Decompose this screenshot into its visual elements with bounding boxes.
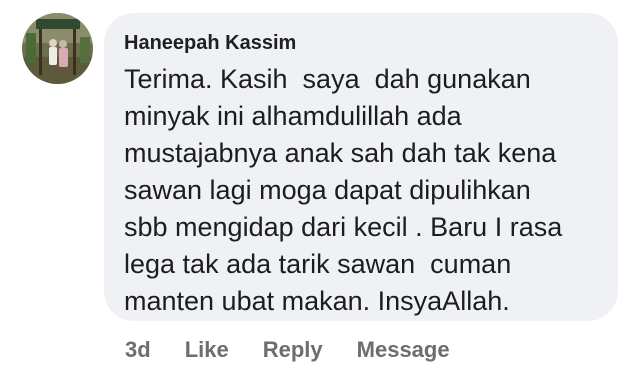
comment-bubble: Haneepah Kassim Terima. Kasih saya dah g… [104,13,618,321]
comment-actions: 3d Like Reply Message [125,335,450,365]
comment-text-line: manten ubat makan. InsyaAllah. [124,286,510,316]
comment-text-line: mustajabnya anak sah dah tak kena [124,138,557,168]
comment-author[interactable]: Haneepah Kassim [124,30,618,56]
comment-text-line: sawan lagi moga dapat dipulihkan [124,175,531,205]
comment-text-line: lega tak ada tarik sawan cuman [124,249,512,279]
reply-button[interactable]: Reply [263,337,323,363]
avatar[interactable] [22,13,93,84]
comment-text-line: sbb mengidap dari kecil . Baru I rasa [124,212,563,242]
comment-text-line: minyak ini alhamdulillah ada [124,101,462,131]
comment-timestamp[interactable]: 3d [125,337,151,363]
profile-photo-avatar-icon [22,13,93,84]
comment: Haneepah Kassim Terima. Kasih saya dah g… [0,0,640,387]
like-button[interactable]: Like [185,337,229,363]
message-button[interactable]: Message [357,337,450,363]
comment-text-line: Terima. Kasih saya dah gunakan [124,64,531,94]
